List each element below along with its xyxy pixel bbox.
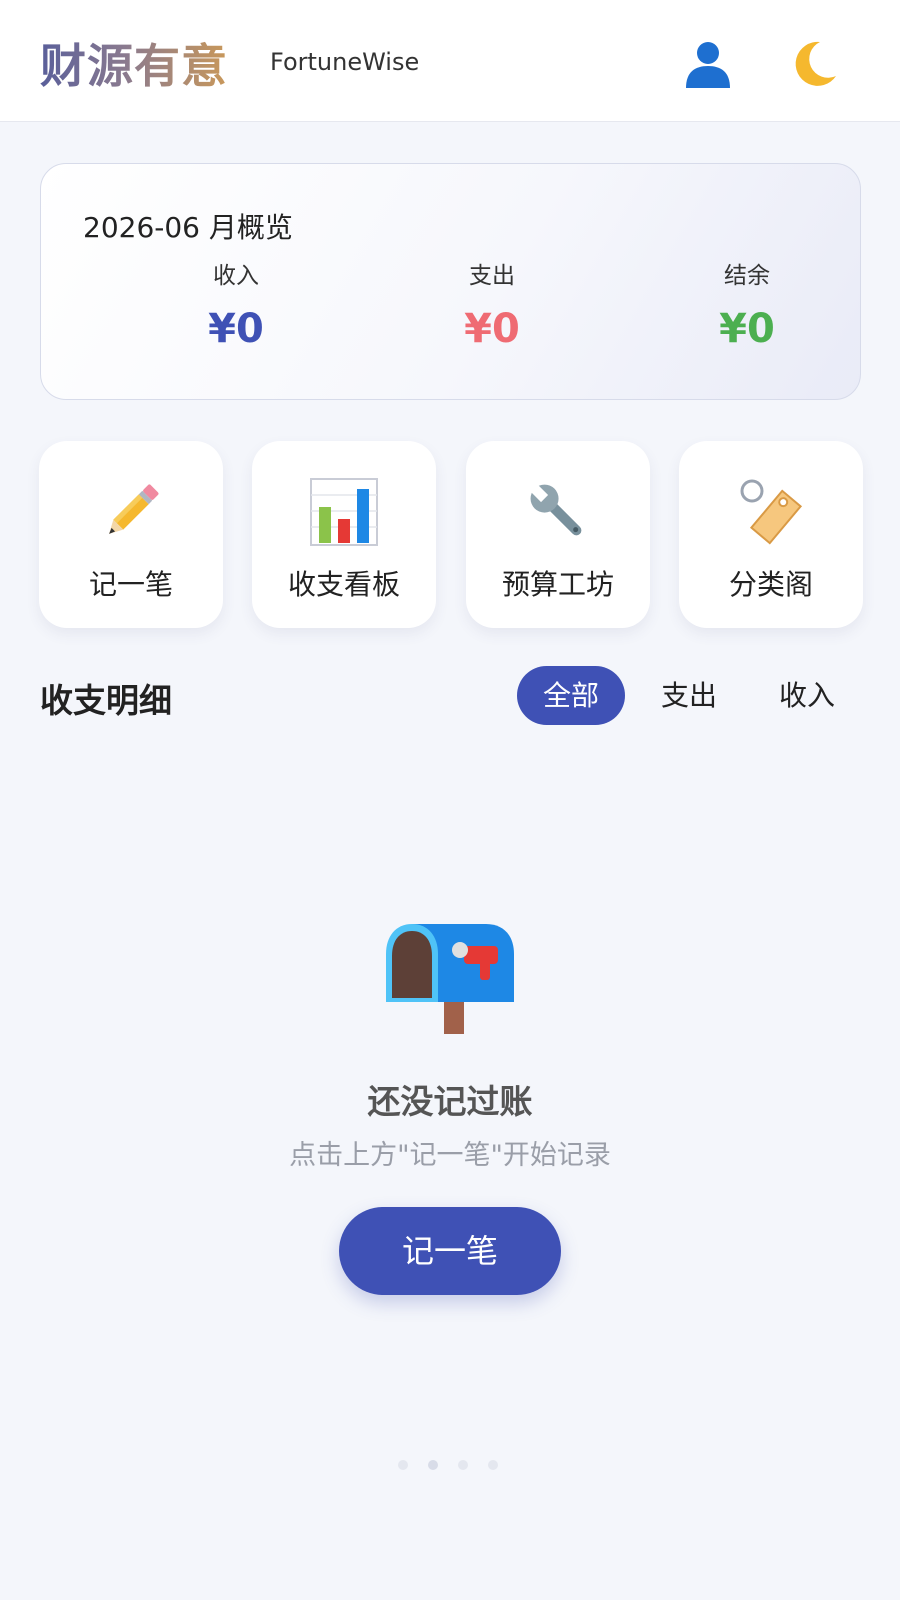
overview-title: 2026-06 月概览	[83, 211, 293, 244]
page-indicator	[398, 1458, 508, 1472]
app-subtitle: FortuneWise	[270, 48, 420, 76]
bar-chart-icon	[310, 478, 378, 546]
mailbox-icon	[386, 924, 514, 1034]
expense-value: ¥0	[464, 306, 520, 352]
quick-action-label: 预算工坊	[501, 568, 614, 601]
monthly-overview-card: 2026-06 月概览 收入 ¥0 支出 ¥0 结余 ¥0	[40, 163, 861, 400]
income-label: 收入	[213, 263, 259, 289]
wrench-icon	[529, 483, 582, 536]
quick-action-label: 记一笔	[88, 568, 173, 601]
quick-action-label: 分类阁	[728, 568, 813, 601]
page-dot	[398, 1460, 408, 1470]
filter-all[interactable]: 全部	[517, 666, 625, 725]
empty-state-subtitle: 点击上方"记一笔"开始记录	[289, 1140, 611, 1171]
app-header: 财源有意 FortuneWise	[0, 0, 900, 122]
moon-icon[interactable]	[786, 36, 842, 92]
balance-summary: 结余 ¥0	[647, 256, 847, 352]
pencil-icon	[109, 484, 159, 534]
balance-value: ¥0	[719, 306, 775, 352]
tag-icon	[740, 479, 803, 545]
page-dot-active	[428, 1460, 438, 1470]
balance-label: 结余	[724, 263, 770, 289]
user-icon[interactable]	[680, 36, 736, 92]
filter-income[interactable]: 收入	[753, 666, 861, 725]
expense-summary: 支出 ¥0	[392, 256, 592, 352]
transactions-title: 收支明细	[40, 681, 172, 720]
income-summary: 收入 ¥0	[136, 256, 336, 352]
quick-action-budget[interactable]: 预算工坊	[466, 441, 650, 628]
page-dot	[458, 1460, 468, 1470]
add-record-button[interactable]: 记一笔	[339, 1207, 561, 1295]
app-title: 财源有意	[40, 30, 228, 96]
quick-action-record[interactable]: 记一笔	[39, 441, 223, 628]
quick-action-categories[interactable]: 分类阁	[679, 441, 863, 628]
quick-action-label: 收支看板	[287, 568, 400, 601]
expense-label: 支出	[469, 263, 515, 289]
empty-state-title: 还没记过账	[367, 1082, 533, 1121]
quick-action-dashboard[interactable]: 收支看板	[252, 441, 436, 628]
filter-expense[interactable]: 支出	[635, 666, 743, 725]
income-value: ¥0	[208, 306, 264, 352]
page-dot	[488, 1460, 498, 1470]
